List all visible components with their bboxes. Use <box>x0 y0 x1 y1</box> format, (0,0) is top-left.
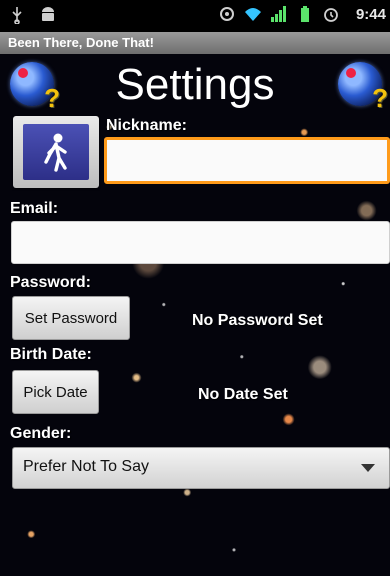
avatar-picker-button[interactable] <box>13 116 99 188</box>
clock-time: 9:44 <box>355 6 386 23</box>
birth-date-label: Birth Date: <box>10 346 92 363</box>
nickname-input[interactable] <box>104 137 390 184</box>
usb-icon <box>12 7 22 24</box>
app-title-bar: Been There, Done That! <box>0 32 390 54</box>
sync-icon <box>220 7 234 21</box>
gender-dropdown[interactable]: Prefer Not To Say <box>12 447 390 489</box>
wifi-icon <box>245 8 261 21</box>
walking-person-icon <box>44 133 67 172</box>
pick-date-button[interactable]: Pick Date <box>12 370 99 414</box>
password-status: No Password Set <box>192 312 323 329</box>
battery-icon <box>301 6 309 22</box>
nickname-label: Nickname: <box>106 117 187 134</box>
gender-label: Gender: <box>10 425 72 442</box>
settings-screen: 9:44 Been There, Done That! ? Settings ?… <box>0 0 390 576</box>
dropdown-arrow-icon <box>361 464 375 472</box>
set-password-button[interactable]: Set Password <box>12 296 130 340</box>
globe-logo-right: ? <box>338 62 388 113</box>
android-icon <box>42 7 55 21</box>
status-bar: 9:44 <box>0 0 390 32</box>
email-input[interactable] <box>11 221 390 264</box>
app-title: Been There, Done That! <box>8 35 154 50</box>
system-icons <box>218 5 340 23</box>
birth-date-status: No Date Set <box>198 386 288 403</box>
notification-icons <box>8 6 57 28</box>
avatar-tile <box>23 124 89 180</box>
signal-icon <box>271 6 286 22</box>
alarm-icon <box>324 8 338 22</box>
email-label: Email: <box>10 200 59 217</box>
gender-selected-value: Prefer Not To Say <box>23 458 149 475</box>
page-title: Settings <box>115 60 275 109</box>
password-label: Password: <box>10 274 91 291</box>
